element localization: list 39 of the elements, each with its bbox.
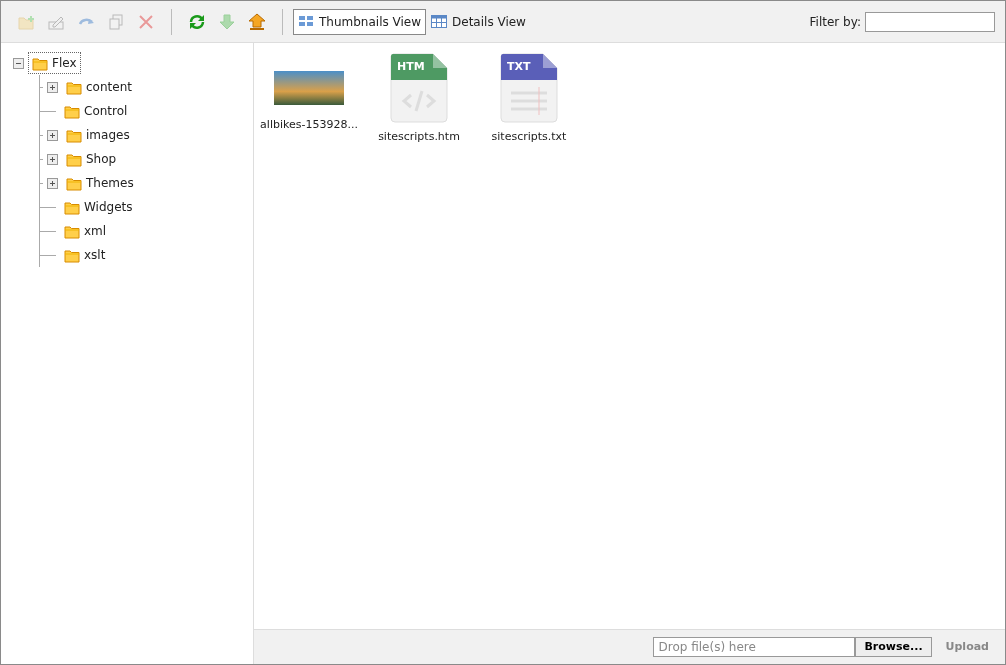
tree-item[interactable]: xml xyxy=(60,220,111,242)
tree-item[interactable]: Themes xyxy=(62,172,138,194)
folder-icon xyxy=(64,223,80,239)
folder-icon xyxy=(66,79,82,95)
folder-icon xyxy=(66,127,82,143)
table-icon xyxy=(431,15,448,28)
file-name[interactable]: sitescripts.htm xyxy=(378,129,460,146)
text-file-icon: TXT xyxy=(499,53,559,123)
code-file-icon: HTM xyxy=(389,53,449,123)
folder-icon xyxy=(66,151,82,167)
filter-label: Filter by: xyxy=(809,13,861,31)
tree-item[interactable]: Flex xyxy=(28,52,81,74)
collapse-icon[interactable] xyxy=(13,57,24,69)
tree-item[interactable]: xslt xyxy=(60,244,110,266)
grid-icon xyxy=(298,15,314,28)
expand-icon[interactable] xyxy=(47,129,58,141)
view-tab[interactable]: Thumbnails View xyxy=(293,8,427,35)
folder-icon xyxy=(32,55,48,71)
browse-button[interactable]: Browse... xyxy=(855,637,932,657)
view-tab[interactable]: Details View xyxy=(426,8,531,35)
folder-icon xyxy=(64,103,80,119)
expand-icon[interactable] xyxy=(47,81,58,93)
folder-icon xyxy=(64,247,80,263)
home-up-arrow-icon[interactable] xyxy=(248,12,266,31)
tree-item[interactable]: Widgets xyxy=(60,196,137,218)
file-name[interactable]: sitescripts.txt xyxy=(491,129,567,146)
tree-item[interactable]: Shop xyxy=(62,148,121,170)
tree-item[interactable]: images xyxy=(62,124,134,146)
drop-files-field[interactable]: Drop file(s) here xyxy=(653,637,856,657)
tree-item[interactable]: Control xyxy=(60,100,132,122)
folder-icon xyxy=(64,199,80,215)
refresh-icon[interactable] xyxy=(188,12,206,31)
filter-input[interactable] xyxy=(865,11,995,32)
folder-icon xyxy=(66,175,82,191)
tree-item[interactable]: content xyxy=(62,76,136,98)
expand-icon[interactable] xyxy=(47,177,58,189)
expand-icon[interactable] xyxy=(47,153,58,165)
file-name[interactable]: allbikes-153928... xyxy=(260,117,358,134)
photo-placeholder xyxy=(274,71,344,105)
